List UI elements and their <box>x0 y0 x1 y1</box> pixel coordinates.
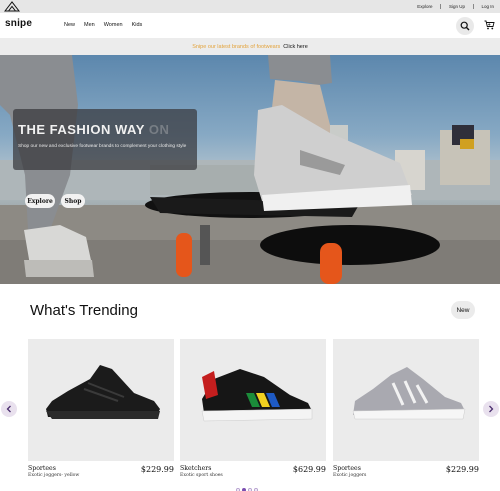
product-desc: Exotic joggers <box>333 473 367 478</box>
utility-bar: Explore Sign Up Log In <box>0 0 500 13</box>
nav-links: New Men Women Kids <box>64 22 142 28</box>
chevron-right-icon <box>489 405 494 413</box>
shop-button[interactable]: Shop <box>61 194 85 208</box>
promo-link[interactable]: Click here <box>283 44 307 50</box>
sneaker-black-image <box>46 365 160 419</box>
nav-item-kids[interactable]: Kids <box>132 22 143 28</box>
product-card[interactable]: Sportees Exotic joggers $229.99 <box>333 339 479 479</box>
product-name[interactable]: Sportees <box>333 465 361 472</box>
utility-links: Explore Sign Up Log In <box>417 0 494 13</box>
nav-item-women[interactable]: Women <box>104 22 123 28</box>
cart-icon <box>484 20 495 30</box>
product-card[interactable]: Sportees Exotic joggers- yellow $229.99 <box>28 339 174 479</box>
product-price: $629.99 <box>292 465 326 474</box>
search-icon <box>460 21 470 31</box>
promo-banner: Snipe our latest brands of footwears Cli… <box>0 38 500 55</box>
product-image[interactable] <box>180 339 326 461</box>
explore-link[interactable]: Explore <box>417 4 432 9</box>
sign-up-link[interactable]: Sign Up <box>449 4 465 9</box>
hero-card: THE FASHION WAY ON Shop our new and excl… <box>13 109 197 170</box>
product-desc: Exotic joggers- yellow <box>28 473 80 478</box>
hero-title: THE FASHION WAY ON <box>18 122 169 137</box>
carousel-prev-button[interactable] <box>1 401 17 417</box>
section-title: What's Trending <box>30 302 138 319</box>
sneaker-multicolor-image <box>201 369 313 422</box>
hero-title-text: THE FASHION WAY <box>18 122 145 137</box>
promo-message: Snipe our latest brands of footwears <box>192 43 281 50</box>
product-name[interactable]: Sketchers <box>180 465 211 472</box>
product-price: $229.99 <box>140 465 174 474</box>
brand-logo[interactable]: snipe <box>5 18 32 29</box>
filter-new-button[interactable]: New <box>451 301 475 319</box>
sneaker-grey-image <box>352 367 466 420</box>
divider <box>440 4 441 9</box>
log-in-link[interactable]: Log In <box>481 4 494 9</box>
product-price: $229.99 <box>445 465 479 474</box>
chevron-left-icon <box>6 405 11 413</box>
carousel-next-button[interactable] <box>483 401 499 417</box>
search-button[interactable] <box>456 17 474 35</box>
nav-item-men[interactable]: Men <box>84 22 95 28</box>
explore-button[interactable]: Explore <box>25 194 55 208</box>
logo-icon[interactable] <box>4 1 20 12</box>
hero-banner: THE FASHION WAY ON Shop our new and excl… <box>0 55 500 284</box>
page: Explore Sign Up Log In snipe New Men Wom… <box>0 0 500 491</box>
product-image[interactable] <box>28 339 174 461</box>
divider <box>472 4 474 9</box>
product-name[interactable]: Sportees <box>28 465 56 472</box>
hero-title-ghost: ON <box>148 122 170 137</box>
product-desc: Exotic sport shoes <box>180 473 223 478</box>
product-image[interactable] <box>333 339 479 461</box>
product-card[interactable]: Sketchers Exotic sport shoes $629.99 <box>180 339 326 479</box>
hero-subtitle: Shop our new and exclusive footwear bran… <box>18 144 187 149</box>
cart-button[interactable] <box>482 18 496 32</box>
nav-item-new[interactable]: New <box>64 22 75 28</box>
main-nav: snipe New Men Women Kids <box>0 13 500 38</box>
